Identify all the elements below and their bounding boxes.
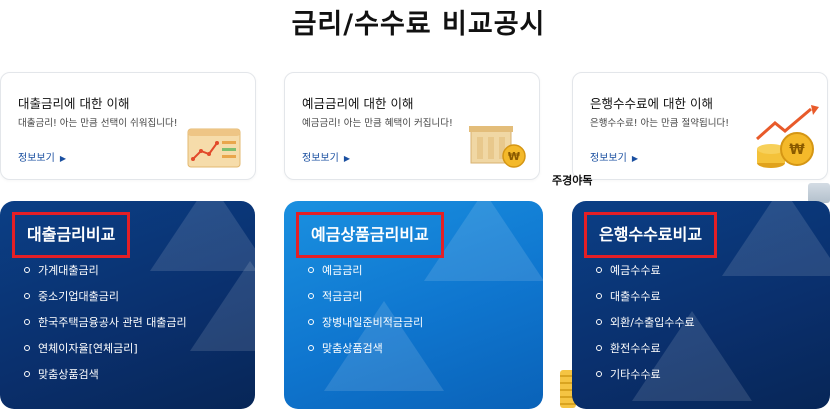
rising-chart-icon bbox=[187, 128, 241, 168]
panel-menu-item[interactable]: 맞춤상품검색 bbox=[308, 341, 423, 367]
panel-menu: 예금금리 적금금리 장병내일준비적금금리 맞춤상품검색 bbox=[308, 263, 423, 367]
info-view-link-label: 정보보기 bbox=[302, 153, 339, 164]
panel-menu-item[interactable]: 기타수수료 bbox=[596, 367, 695, 393]
info-card-desc: 은행수수료! 아는 만큼 절약됩니다! bbox=[590, 118, 730, 129]
info-card-title: 예금금리에 대한 이해 bbox=[302, 96, 414, 111]
info-card-desc: 예금금리! 아는 만큼 혜택이 커집니다! bbox=[302, 118, 453, 129]
info-card-deposit-rate: 예금금리에 대한 이해 예금금리! 아는 만큼 혜택이 커집니다! 정보보기 ▶ … bbox=[284, 72, 540, 180]
info-card-bank-fee: 은행수수료에 대한 이해 은행수수료! 아는 만큼 절약됩니다! 정보보기 ▶ ₩ bbox=[572, 72, 828, 180]
panel-menu-item[interactable]: 환전수수료 bbox=[596, 341, 695, 367]
info-view-link-label: 정보보기 bbox=[18, 153, 55, 164]
deposit-rate-compare-panel: 예금상품금리비교 예금금리 적금금리 장병내일준비적금금리 맞춤상품검색 bbox=[284, 201, 543, 409]
panel-menu: 예금수수료 대출수수료 외환/수출입수수료 환전수수료 기타수수료 bbox=[596, 263, 695, 393]
loan-rate-compare-panel: 대출금리비교 가계대출금리 중소기업대출금리 한국주택금융공사 관련 대출금리 … bbox=[0, 201, 255, 409]
svg-text:₩: ₩ bbox=[508, 150, 520, 163]
panel-title[interactable]: 대출금리비교 bbox=[12, 212, 131, 258]
decorative-image bbox=[808, 183, 830, 203]
triangle-right-icon: ▶ bbox=[59, 154, 66, 163]
triangle-right-icon: ▶ bbox=[631, 154, 638, 163]
info-card-desc: 대출금리! 아는 만큼 선택이 쉬워집니다! bbox=[18, 118, 178, 129]
info-view-link-fee[interactable]: 정보보기 ▶ bbox=[590, 149, 638, 164]
panel-title[interactable]: 은행수수료비교 bbox=[584, 212, 718, 258]
panel-menu-item[interactable]: 대출수수료 bbox=[596, 289, 695, 315]
ad-text: 주경야독 bbox=[552, 174, 593, 187]
info-card-loan-rate: 대출금리에 대한 이해 대출금리! 아는 만큼 선택이 쉬워집니다! 정보보기 ▶ bbox=[0, 72, 256, 180]
panel-menu-item[interactable]: 맞춤상품검색 bbox=[24, 367, 187, 393]
info-view-link-loan[interactable]: 정보보기 ▶ bbox=[18, 149, 66, 164]
bank-coin-icon: ₩ bbox=[469, 126, 526, 168]
info-card-title: 대출금리에 대한 이해 bbox=[18, 96, 130, 111]
panel-menu-item[interactable]: 연체이자율[연체금리] bbox=[24, 341, 187, 367]
panel-menu-item[interactable]: 장병내일준비적금금리 bbox=[308, 315, 423, 341]
info-view-link-deposit[interactable]: 정보보기 ▶ bbox=[302, 149, 350, 164]
panel-menu-item[interactable]: 한국주택금융공사 관련 대출금리 bbox=[24, 315, 187, 341]
panel-menu-item[interactable]: 적금금리 bbox=[308, 289, 423, 315]
page-title: 금리/수수료 비교공시 bbox=[291, 9, 546, 40]
panel-menu-item[interactable]: 외환/수출입수수료 bbox=[596, 315, 695, 341]
bank-fee-compare-panel: 은행수수료비교 예금수수료 대출수수료 외환/수출입수수료 환전수수료 기타수수… bbox=[572, 201, 830, 409]
coin-stack-arrow-icon: ₩ bbox=[756, 105, 819, 168]
info-view-link-label: 정보보기 bbox=[590, 153, 627, 164]
panel-menu-item[interactable]: 가계대출금리 bbox=[24, 263, 187, 289]
panel-menu-item[interactable]: 예금수수료 bbox=[596, 263, 695, 289]
info-card-title: 은행수수료에 대한 이해 bbox=[590, 96, 713, 111]
svg-text:₩: ₩ bbox=[789, 142, 805, 158]
panel-menu-item[interactable]: 예금금리 bbox=[308, 263, 423, 289]
triangle-right-icon: ▶ bbox=[343, 154, 350, 163]
panel-title[interactable]: 예금상품금리비교 bbox=[296, 212, 444, 258]
panel-menu-item[interactable]: 중소기업대출금리 bbox=[24, 289, 187, 315]
panel-menu: 가계대출금리 중소기업대출금리 한국주택금융공사 관련 대출금리 연체이자율[연… bbox=[24, 263, 187, 393]
